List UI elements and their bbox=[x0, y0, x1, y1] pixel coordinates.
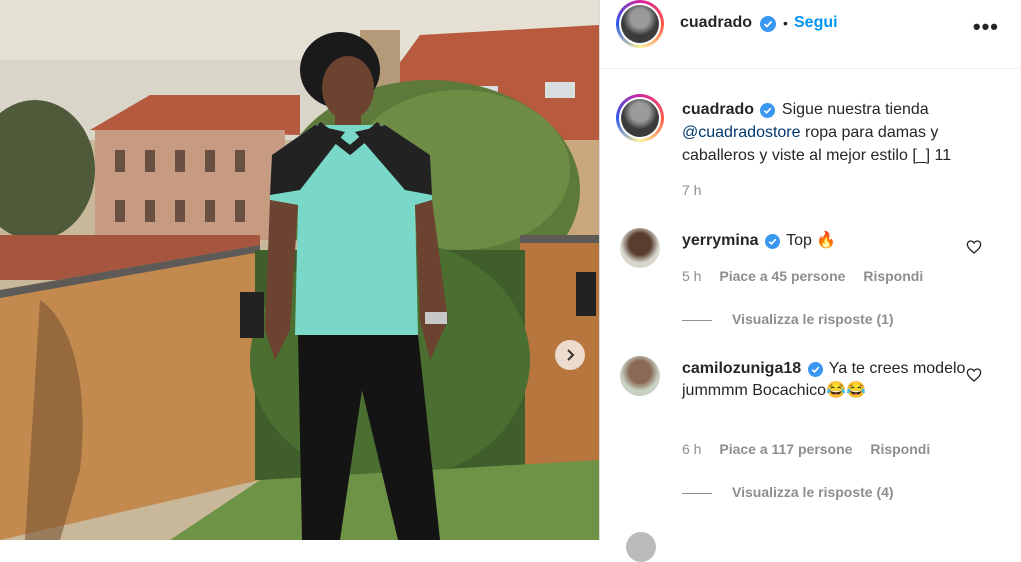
reply-button[interactable]: Rispondi bbox=[870, 441, 930, 457]
caption-avatar-ring[interactable] bbox=[616, 94, 664, 142]
view-replies-button[interactable]: Visualizza le risposte (4) bbox=[732, 484, 894, 500]
replies-line bbox=[682, 320, 712, 321]
comment-meta: 6 h Piace a 117 persone Rispondi bbox=[682, 441, 930, 457]
comment-likes[interactable]: Piace a 117 persone bbox=[719, 441, 852, 457]
comment-username[interactable]: yerrymina bbox=[682, 232, 759, 249]
heart-icon[interactable] bbox=[966, 367, 982, 383]
caption-mention-link[interactable]: @cuadradostore bbox=[682, 124, 801, 141]
commenter-avatar[interactable] bbox=[620, 228, 660, 268]
post-image bbox=[0, 0, 599, 540]
post-timestamp: 7 h bbox=[682, 182, 702, 198]
commenter-avatar[interactable] bbox=[620, 356, 660, 396]
more-options-icon[interactable]: ••• bbox=[973, 14, 999, 40]
replies-line bbox=[682, 493, 712, 494]
caption-username[interactable]: cuadrado bbox=[682, 101, 754, 118]
comment-likes[interactable]: Piace a 45 persone bbox=[719, 268, 845, 284]
caption-text: Sigue nuestra tienda bbox=[781, 101, 929, 118]
reply-button[interactable]: Rispondi bbox=[863, 268, 923, 284]
post-photo[interactable] bbox=[0, 0, 599, 540]
post-side-panel: cuadrado • Segui ••• cuadrado Sigue nues… bbox=[600, 0, 1021, 562]
post-caption: cuadrado Sigue nuestra tienda @cuadrados… bbox=[682, 98, 1002, 167]
comment-item: camilozuniga18 Ya te crees modelo jummmm… bbox=[682, 358, 982, 402]
verified-badge-icon bbox=[760, 16, 776, 32]
caption-avatar bbox=[619, 97, 661, 139]
author-avatar bbox=[619, 3, 661, 45]
comment-username[interactable]: camilozuniga18 bbox=[682, 360, 801, 377]
separator-dot: • bbox=[783, 15, 788, 31]
post-header: cuadrado • Segui ••• bbox=[600, 0, 1021, 69]
author-username[interactable]: cuadrado bbox=[680, 14, 752, 32]
comment-time: 6 h bbox=[682, 441, 702, 457]
comment-text: Top 🔥 bbox=[786, 232, 837, 249]
chevron-right-icon bbox=[567, 349, 575, 361]
follow-button[interactable]: Segui bbox=[794, 14, 838, 32]
view-replies-button[interactable]: Visualizza le risposte (1) bbox=[732, 311, 894, 327]
heart-icon[interactable] bbox=[966, 239, 982, 255]
comment-time: 5 h bbox=[682, 268, 702, 284]
author-avatar-ring[interactable] bbox=[616, 0, 664, 48]
comment-item: yerrymina Top 🔥 bbox=[682, 230, 982, 252]
verified-badge-icon bbox=[764, 234, 780, 250]
commenter-avatar[interactable] bbox=[626, 532, 656, 562]
comment-meta: 5 h Piace a 45 persone Rispondi bbox=[682, 268, 923, 284]
verified-badge-icon bbox=[807, 362, 823, 378]
verified-badge-icon bbox=[760, 103, 776, 119]
next-photo-button[interactable] bbox=[555, 340, 585, 370]
